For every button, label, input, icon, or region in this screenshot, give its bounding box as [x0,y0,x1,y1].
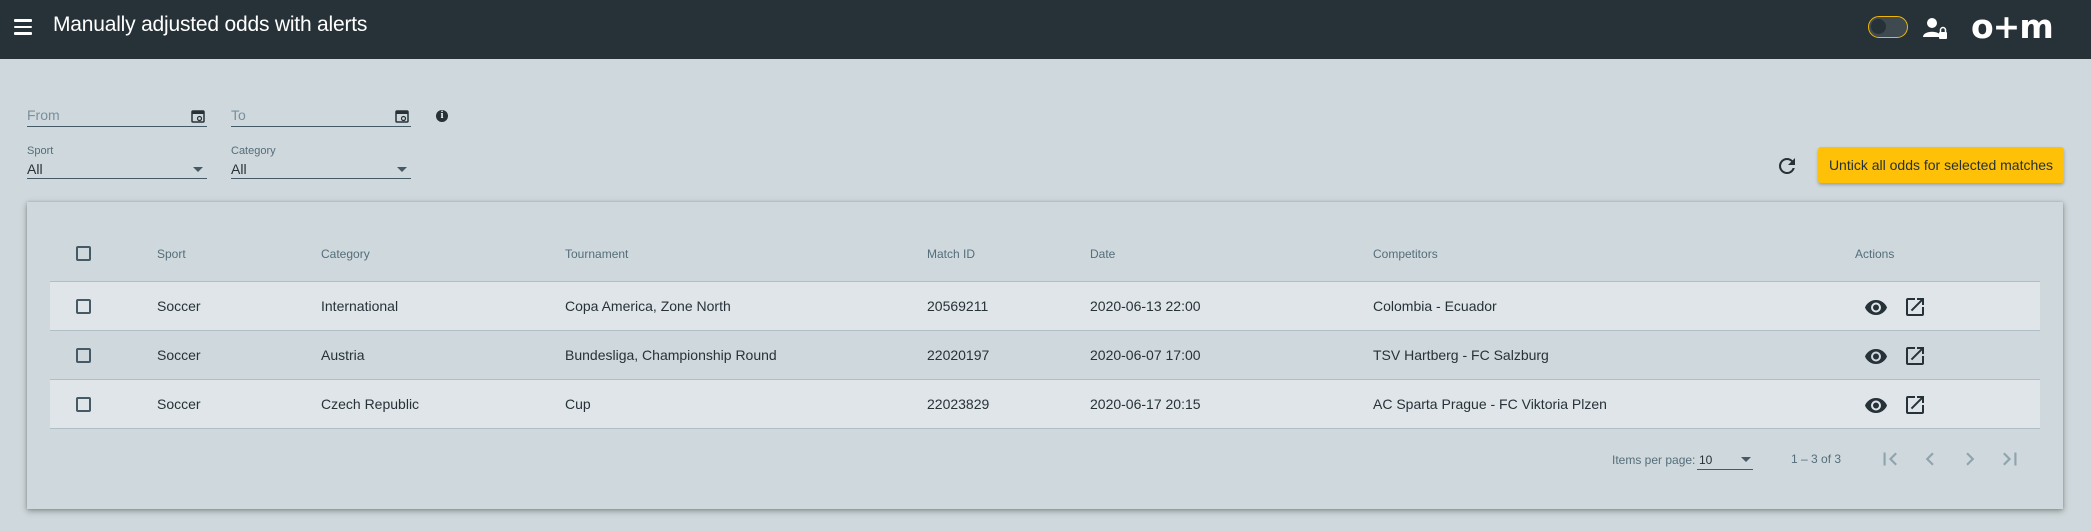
sport-select-label: Sport [27,145,54,157]
paginator: Items per page: 10 1 – 3 of 3 [27,438,2063,478]
view-eye-icon[interactable] [1864,344,1888,368]
brand-logo: o+m [1971,7,2054,46]
theme-toggle[interactable] [1868,16,1908,38]
dropdown-arrow-icon [1741,457,1751,462]
cell-category: Austria [321,347,365,363]
row-checkbox[interactable] [76,397,91,412]
category-select-label: Category [231,145,276,157]
from-placeholder: From [27,107,60,123]
column-header-sport[interactable]: Sport [157,247,186,261]
cell-competitors: AC Sparta Prague - FC Viktoria Plzen [1373,396,1607,412]
column-header-date[interactable]: Date [1090,247,1115,261]
toggle-knob [1871,19,1886,34]
dropdown-arrow-icon [397,167,407,172]
table-row: Soccer Austria Bundesliga, Championship … [50,331,2040,380]
cell-competitors: Colombia - Ecuador [1373,298,1497,314]
cell-tournament: Bundesliga, Championship Round [565,347,777,363]
page-title: Manually adjusted odds with alerts [53,13,368,36]
last-page-icon[interactable] [1997,446,2023,472]
column-header-tournament[interactable]: Tournament [565,247,628,261]
cell-sport: Soccer [157,347,201,363]
open-external-icon[interactable] [1903,344,1927,368]
table-row: Soccer International Copa America, Zone … [50,282,2040,331]
cell-sport: Soccer [157,396,201,412]
category-select[interactable]: Category All [231,145,411,179]
table-header: Sport Category Tournament Match ID Date … [50,202,2040,282]
cell-match-id: 22020197 [927,347,990,363]
category-select-value: All [231,161,247,177]
cell-category: Czech Republic [321,396,420,412]
untick-all-odds-button[interactable]: Untick all odds for selected matches [1818,147,2064,183]
cell-match-id: 20569211 [927,298,989,314]
cell-category: International [321,298,399,314]
items-per-page-select[interactable]: 10 [1697,448,1753,470]
to-date-field[interactable]: To [231,107,411,127]
cell-tournament: Copa America, Zone North [565,298,731,314]
matches-table-card: Sport Category Tournament Match ID Date … [27,202,2063,509]
top-app-bar: Manually adjusted odds with alerts o+m [0,0,2091,59]
previous-page-icon[interactable] [1917,446,1943,472]
column-header-actions: Actions [1855,247,1895,261]
view-eye-icon[interactable] [1864,393,1888,417]
select-all-checkbox[interactable] [76,246,91,261]
first-page-icon[interactable] [1877,446,1903,472]
column-header-category[interactable]: Category [321,247,370,261]
cell-date: 2020-06-07 17:00 [1090,347,1201,363]
calendar-icon[interactable] [191,109,205,123]
user-lock-icon[interactable] [1922,15,1948,41]
dropdown-arrow-icon [193,167,203,172]
calendar-icon[interactable] [395,109,409,123]
info-icon[interactable]: i [436,110,448,122]
cell-match-id: 22023829 [927,396,990,412]
cell-sport: Soccer [157,298,201,314]
from-date-field[interactable]: From [27,107,207,127]
cell-competitors: TSV Hartberg - FC Salzburg [1373,347,1549,363]
open-external-icon[interactable] [1903,295,1927,319]
refresh-icon[interactable] [1775,154,1799,178]
open-external-icon[interactable] [1903,393,1927,417]
cell-date: 2020-06-13 22:00 [1090,298,1201,314]
next-page-icon[interactable] [1957,446,1983,472]
cell-date: 2020-06-17 20:15 [1090,396,1201,412]
menu-icon[interactable] [14,16,36,38]
table-row: Soccer Czech Republic Cup 22023829 2020-… [50,380,2040,429]
cell-tournament: Cup [565,396,591,412]
row-checkbox[interactable] [76,299,91,314]
column-header-match-id[interactable]: Match ID [927,247,975,261]
range-label: 1 – 3 of 3 [1791,452,1842,466]
row-checkbox[interactable] [76,348,91,363]
items-per-page-label: Items per page: [1612,453,1696,467]
to-placeholder: To [231,107,246,123]
sport-select-value: All [27,161,43,177]
sport-select[interactable]: Sport All [27,145,207,179]
column-header-competitors[interactable]: Competitors [1373,247,1438,261]
view-eye-icon[interactable] [1864,295,1888,319]
items-per-page-value: 10 [1699,453,1713,467]
